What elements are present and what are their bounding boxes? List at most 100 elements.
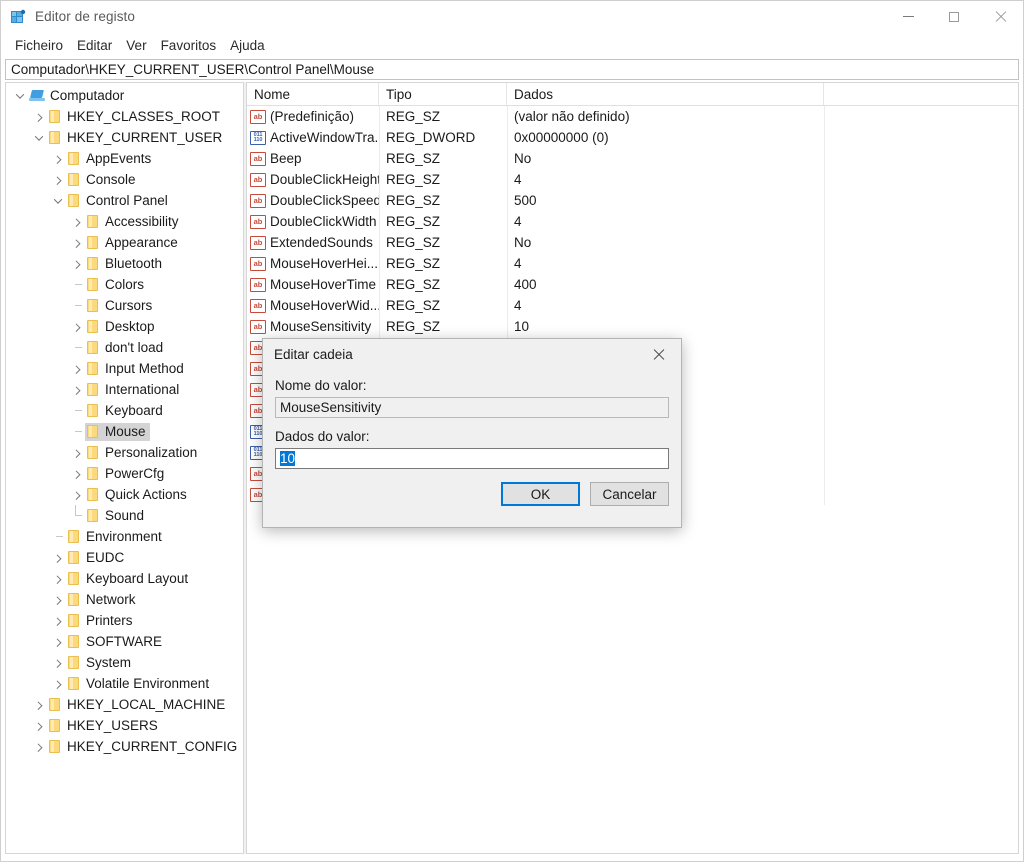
tree-item-hkey-local-machine[interactable]: HKEY_LOCAL_MACHINE: [6, 694, 243, 715]
column-header-name[interactable]: Nome: [247, 83, 379, 105]
tree-item-volatile-environment[interactable]: Volatile Environment: [6, 673, 243, 694]
chevron-down-icon[interactable]: [31, 127, 47, 148]
chevron-right-icon[interactable]: [69, 316, 85, 337]
chevron-right-icon[interactable]: [50, 652, 66, 673]
chevron-right-icon[interactable]: [50, 631, 66, 652]
chevron-down-icon[interactable]: [12, 85, 28, 106]
value-data-cell: 4: [514, 298, 522, 313]
tree-item-colors[interactable]: Colors: [6, 274, 243, 295]
string-value-icon: ab: [250, 277, 266, 292]
tree-item-hkey-classes-root[interactable]: HKEY_CLASSES_ROOT: [6, 106, 243, 127]
tree-item-computador[interactable]: Computador: [6, 85, 243, 106]
tree-item-desktop[interactable]: Desktop: [6, 316, 243, 337]
chevron-right-icon[interactable]: [50, 589, 66, 610]
maximize-button[interactable]: [931, 1, 977, 32]
tree-item-hkey-current-config[interactable]: HKEY_CURRENT_CONFIG: [6, 736, 243, 757]
address-bar[interactable]: Computador\HKEY_CURRENT_USER\Control Pan…: [5, 59, 1019, 80]
chevron-right-icon[interactable]: [50, 148, 66, 169]
menu-item-ver[interactable]: Ver: [119, 36, 153, 55]
tree-item-keyboard-layout[interactable]: Keyboard Layout: [6, 568, 243, 589]
tree-item-input-method[interactable]: Input Method: [6, 358, 243, 379]
tree-item-eudc[interactable]: EUDC: [6, 547, 243, 568]
tree-item-bluetooth[interactable]: Bluetooth: [6, 253, 243, 274]
table-row[interactable]: ab ExtendedSounds REG_SZ No: [247, 232, 1018, 253]
tree-item-hkey-users[interactable]: HKEY_USERS: [6, 715, 243, 736]
chevron-right-icon[interactable]: [50, 169, 66, 190]
dialog-close-button[interactable]: [636, 339, 681, 370]
table-row[interactable]: ab MouseSensitivity REG_SZ 10: [247, 316, 1018, 337]
table-row[interactable]: ab DoubleClickWidth REG_SZ 4: [247, 211, 1018, 232]
chevron-right-icon[interactable]: [69, 379, 85, 400]
minimize-button[interactable]: [885, 1, 931, 32]
folder-icon: [86, 215, 100, 228]
table-row[interactable]: ab MouseHoverWid... REG_SZ 4: [247, 295, 1018, 316]
chevron-right-icon[interactable]: [50, 610, 66, 631]
chevron-right-icon[interactable]: [50, 673, 66, 694]
chevron-right-icon[interactable]: [50, 547, 66, 568]
chevron-right-icon[interactable]: [69, 442, 85, 463]
menu-item-favoritos[interactable]: Favoritos: [154, 36, 224, 55]
tree-item-console[interactable]: Console: [6, 169, 243, 190]
tree-item-cursors[interactable]: Cursors: [6, 295, 243, 316]
ok-button[interactable]: OK: [501, 482, 580, 506]
menu-item-ajuda[interactable]: Ajuda: [223, 36, 272, 55]
tree-item-don-t-load[interactable]: don't load: [6, 337, 243, 358]
chevron-right-icon[interactable]: [31, 736, 47, 757]
tree-item-international[interactable]: International: [6, 379, 243, 400]
tree-item-hkey-current-user[interactable]: HKEY_CURRENT_USER: [6, 127, 243, 148]
tree-item-keyboard[interactable]: Keyboard: [6, 400, 243, 421]
table-row[interactable]: ab MouseHoverTime REG_SZ 400: [247, 274, 1018, 295]
chevron-right-icon[interactable]: [31, 106, 47, 127]
tree-item-quick-actions[interactable]: Quick Actions: [6, 484, 243, 505]
value-data-input[interactable]: 10: [275, 448, 669, 469]
folder-icon: [86, 425, 100, 438]
chevron-right-icon[interactable]: [69, 232, 85, 253]
tree-item-personalization[interactable]: Personalization: [6, 442, 243, 463]
close-button[interactable]: [977, 1, 1023, 32]
table-row[interactable]: ab DoubleClickHeight REG_SZ 4: [247, 169, 1018, 190]
table-row[interactable]: ab MouseHoverHei... REG_SZ 4: [247, 253, 1018, 274]
folder-icon: [67, 572, 81, 585]
chevron-right-icon[interactable]: [69, 484, 85, 505]
value-name-cell: ab MouseSensitivity: [247, 319, 379, 334]
chevron-right-icon[interactable]: [69, 253, 85, 274]
tree-item-appevents[interactable]: AppEvents: [6, 148, 243, 169]
tree-item-network[interactable]: Network: [6, 589, 243, 610]
menu-item-editar[interactable]: Editar: [70, 36, 119, 55]
tree-item-content: Bluetooth: [85, 255, 166, 273]
tree-item-system[interactable]: System: [6, 652, 243, 673]
chevron-right-icon[interactable]: [69, 211, 85, 232]
cancel-button[interactable]: Cancelar: [590, 482, 669, 506]
chevron-down-icon[interactable]: [50, 190, 66, 211]
value-name-input[interactable]: MouseSensitivity: [275, 397, 669, 418]
column-header-data[interactable]: Dados: [507, 83, 824, 105]
tree-item-printers[interactable]: Printers: [6, 610, 243, 631]
tree-item-control-panel[interactable]: Control Panel: [6, 190, 243, 211]
tree-item-appearance[interactable]: Appearance: [6, 232, 243, 253]
value-type-cell: REG_SZ: [386, 256, 441, 271]
chevron-right-icon[interactable]: [31, 715, 47, 736]
table-row[interactable]: ab (Predefinição) REG_SZ (valor não definid…: [247, 106, 1018, 127]
table-row[interactable]: ab DoubleClickSpeed REG_SZ 500: [247, 190, 1018, 211]
folder-icon: [86, 320, 100, 333]
tree-item-mouse[interactable]: Mouse: [6, 421, 243, 442]
table-row[interactable]: 011 110 ActiveWindowTra... REG_DWORD 0x00000…: [247, 127, 1018, 148]
chevron-right-icon[interactable]: [69, 463, 85, 484]
menu-item-ficheiro[interactable]: Ficheiro: [8, 36, 70, 55]
column-header-type[interactable]: Tipo: [379, 83, 507, 105]
chevron-right-icon[interactable]: [31, 694, 47, 715]
registry-tree-pane[interactable]: Computador HKEY_CLASSES_ROOT HKEY_CURRENT_…: [5, 82, 243, 854]
folder-icon: [48, 719, 62, 732]
tree-item-powercfg[interactable]: PowerCfg: [6, 463, 243, 484]
table-row[interactable]: ab Beep REG_SZ No: [247, 148, 1018, 169]
tree-item-environment[interactable]: Environment: [6, 526, 243, 547]
tree-item-content: don't load: [85, 339, 167, 357]
tree-item-accessibility[interactable]: Accessibility: [6, 211, 243, 232]
chevron-right-icon[interactable]: [69, 358, 85, 379]
dialog-title-bar: Editar cadeia: [263, 339, 681, 370]
value-data-cell: 0x00000000 (0): [514, 130, 609, 145]
tree-item-sound[interactable]: Sound: [6, 505, 243, 526]
tree-line-icon: [69, 421, 85, 442]
chevron-right-icon[interactable]: [50, 568, 66, 589]
tree-item-software[interactable]: SOFTWARE: [6, 631, 243, 652]
